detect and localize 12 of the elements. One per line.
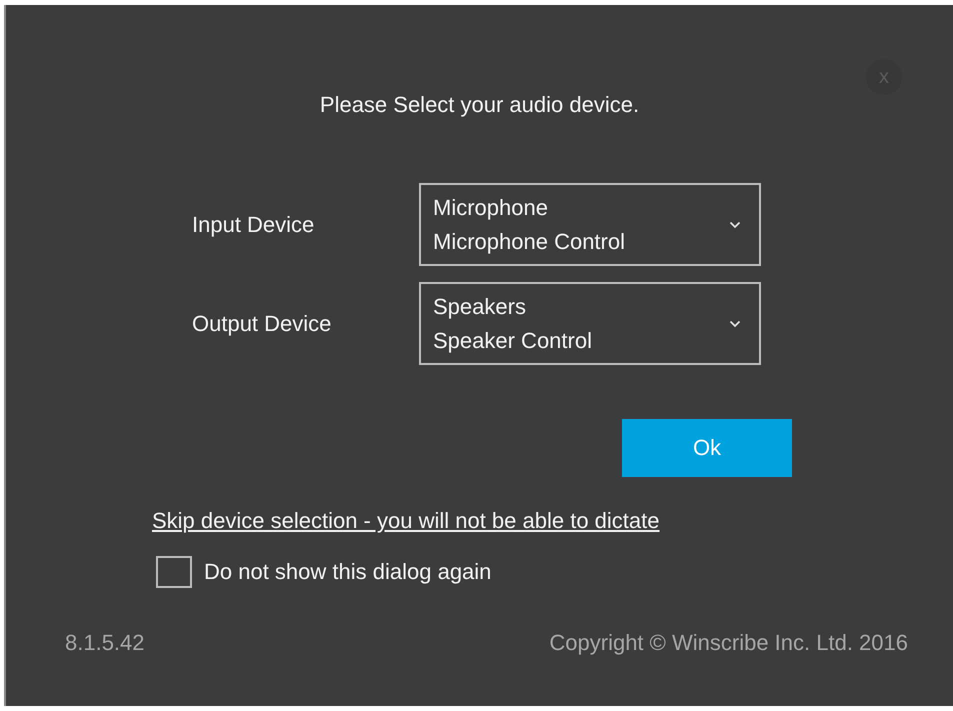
dropdown[interactable]: Microphone Microphone Control bbox=[419, 183, 761, 266]
dropdown[interactable]: Speakers Speaker Control bbox=[419, 282, 761, 365]
copyright-text: Copyright © Winscribe Inc. Ltd. 2016 bbox=[549, 630, 908, 656]
dialog-title: Please Select your audio device. bbox=[320, 92, 640, 118]
skip-link[interactable]: Skip device selection - you will not be able to dictate bbox=[152, 509, 660, 533]
checkbox[interactable] bbox=[156, 556, 192, 588]
device-label: Output Device bbox=[192, 310, 332, 336]
chevron-down-icon bbox=[729, 320, 741, 328]
device-label: Input Device bbox=[192, 212, 314, 238]
chevron-down-icon bbox=[729, 220, 741, 228]
checkbox-label: Do not show this dialog again bbox=[204, 559, 492, 585]
version-text: 8.1.5.42 bbox=[65, 630, 145, 656]
